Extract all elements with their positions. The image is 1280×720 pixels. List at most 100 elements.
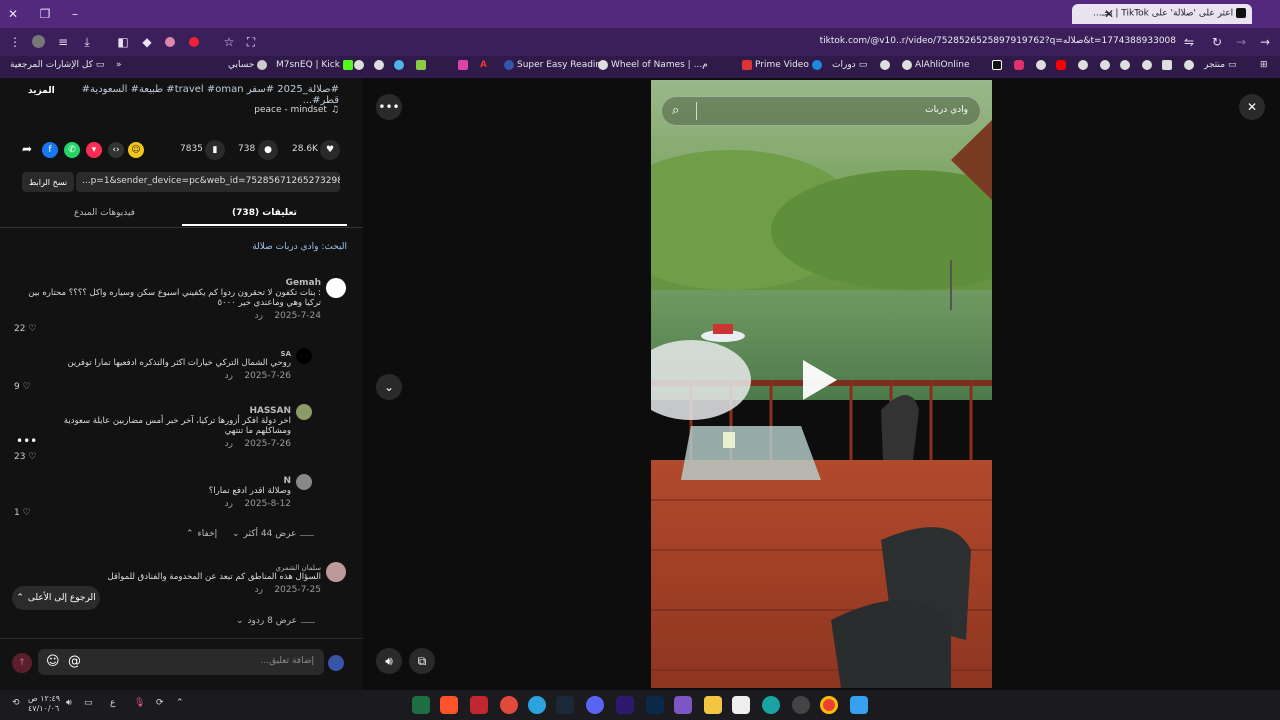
comment-author[interactable]: N xyxy=(51,476,291,486)
bookmark-site-l[interactable] xyxy=(1142,60,1152,70)
bookmark-site-h[interactable] xyxy=(1036,60,1046,70)
bookmark-all[interactable]: كل الإشارات المرجعية ▭ xyxy=(10,60,104,70)
network-icon[interactable]: ⟲ xyxy=(12,698,20,708)
tray-overflow-icon[interactable]: ⌃ xyxy=(176,698,184,708)
tiktok-share-icon[interactable]: ▾ xyxy=(86,142,102,158)
address-bar[interactable]: tiktok.com/@v10..r/video/752852652589791… xyxy=(620,36,1176,46)
apps-grid-icon[interactable]: ⊞ xyxy=(1260,60,1268,70)
chatgpt-icon[interactable] xyxy=(792,696,810,714)
play-icon[interactable] xyxy=(803,360,837,400)
site-settings-icon[interactable]: ⇋ xyxy=(1180,33,1198,51)
facebook-icon[interactable]: f xyxy=(42,142,58,158)
monitor-icon[interactable]: ▭ xyxy=(84,698,93,708)
bookmark-site-i[interactable] xyxy=(1078,60,1088,70)
bookmark-super-easy-reading[interactable]: Super Easy Reading xyxy=(504,60,607,70)
browser-tab-tiktok[interactable]: اعثر على 'صلالة' على TikTok | بحـ... xyxy=(1072,4,1252,24)
bookmark-stores[interactable]: منتجر ▭ xyxy=(1204,60,1237,70)
bookmark-site-j[interactable] xyxy=(1100,60,1110,70)
bookmark-site-k[interactable] xyxy=(1120,60,1130,70)
bookmarks-overflow-icon[interactable]: » xyxy=(116,60,122,70)
video-player[interactable]: ⌕ وادي دربات xyxy=(651,80,992,688)
bookmark-tiktok[interactable] xyxy=(992,60,1002,70)
picture-in-picture-icon[interactable]: ⧉ xyxy=(409,648,435,674)
bookmark-kick[interactable]: M7snEQ | Kick xyxy=(276,60,353,70)
reply-link[interactable]: رد xyxy=(255,585,263,595)
share-link-field[interactable]: ...p=1&sender_device=pc&web_id=752856712… xyxy=(76,172,340,192)
reload-icon[interactable]: ↻ xyxy=(1208,33,1226,51)
more-button[interactable]: المزيد xyxy=(28,86,55,96)
speaker-icon[interactable]: 🔊︎ xyxy=(66,698,72,708)
bookmark-site-e[interactable] xyxy=(458,60,468,70)
close-tab-icon[interactable]: ✕ xyxy=(1100,5,1118,23)
bookmark-alahli[interactable]: AlAhliOnline xyxy=(902,60,970,70)
emoji-icon[interactable]: ☺ xyxy=(46,654,60,669)
comment-author[interactable]: SA xyxy=(21,350,291,358)
tab-creator-videos[interactable]: فيديوهات المبدع xyxy=(74,208,135,218)
autocad-icon[interactable] xyxy=(470,696,488,714)
bookmark-site-f[interactable]: A xyxy=(480,60,487,70)
premiere-icon[interactable] xyxy=(616,696,634,714)
bookmark-site-m[interactable] xyxy=(1162,60,1172,70)
bookmark-wheel-of-names[interactable]: Wheel of Names | ...م xyxy=(598,60,708,70)
windows-start-icon[interactable] xyxy=(850,696,868,714)
comment-author[interactable]: HASSAN xyxy=(51,406,291,416)
avatar[interactable] xyxy=(296,404,312,420)
download-icon[interactable]: ⤓ xyxy=(78,33,96,51)
photoshop-icon[interactable] xyxy=(646,696,664,714)
reply-link[interactable]: رد xyxy=(255,311,263,321)
clock[interactable]: ١٢:٤٩ ص ٤٧/١٠/٠٦ xyxy=(28,694,60,714)
edge-icon[interactable] xyxy=(762,696,780,714)
app-red-icon[interactable] xyxy=(500,696,518,714)
forward-icon[interactable]: → xyxy=(1232,33,1250,51)
hide-replies[interactable]: إخفاء ⌃ xyxy=(186,529,217,539)
send-arrow-icon[interactable]: ↑ xyxy=(12,653,32,673)
post-sound[interactable]: peace - mindset ♫ xyxy=(254,105,339,115)
restore-window-icon[interactable]: ❐ xyxy=(36,5,54,23)
avatar[interactable] xyxy=(326,278,346,298)
bookmark-icon[interactable]: ▮ xyxy=(205,140,225,160)
file-explorer-icon[interactable] xyxy=(704,696,722,714)
mention-icon[interactable]: @ xyxy=(68,654,81,669)
reply-link[interactable]: رد xyxy=(225,371,233,381)
profile-icon[interactable] xyxy=(32,35,45,48)
extension-avatar-icon[interactable] xyxy=(165,37,175,47)
comment-author[interactable]: سلمان الشمري xyxy=(21,564,321,572)
excel-icon[interactable] xyxy=(412,696,430,714)
extension-record-icon[interactable] xyxy=(189,37,199,47)
telegram-icon[interactable] xyxy=(528,696,546,714)
bookmark-my-account[interactable]: حسابي xyxy=(228,60,268,70)
tab-comments[interactable]: تعليقات (738) xyxy=(182,208,347,226)
embed-icon[interactable]: ‹› xyxy=(108,142,124,158)
avatar[interactable] xyxy=(296,474,312,490)
comment-likes[interactable]: 9 ♡ xyxy=(14,382,31,392)
brave-icon[interactable] xyxy=(440,696,458,714)
close-window-icon[interactable]: ✕ xyxy=(4,5,22,23)
browser-menu-icon[interactable]: ⋮ xyxy=(6,33,24,51)
bookmark-site-b[interactable] xyxy=(374,60,384,70)
post-hashtags[interactable]: #صلالة_2025 #سفر travel #oman# طبيعة# ال… xyxy=(69,84,339,106)
next-video-chevron-icon[interactable]: ⌄ xyxy=(376,374,402,400)
minimize-window-icon[interactable]: – xyxy=(66,5,84,23)
copy-link-button[interactable]: نسخ الرابط xyxy=(22,172,74,192)
back-to-top-button[interactable]: الرجوع إلى الأعلى ⌃ xyxy=(12,586,100,610)
discord-icon[interactable] xyxy=(586,696,604,714)
bookmark-site-d[interactable] xyxy=(416,60,426,70)
sync-icon[interactable]: ⟳ xyxy=(156,698,164,708)
comment-likes[interactable]: 1 ♡ xyxy=(14,508,31,518)
chrome-icon[interactable] xyxy=(820,696,838,714)
extensions-icon[interactable]: ◧ xyxy=(114,33,132,51)
bookmark-instagram[interactable] xyxy=(1014,60,1024,70)
comment-bubble-icon[interactable]: ● xyxy=(258,140,278,160)
app-purple-icon[interactable] xyxy=(674,696,692,714)
bookmark-site-g[interactable] xyxy=(880,60,890,70)
comment-likes[interactable]: 22 ♡ xyxy=(14,324,36,334)
avatar[interactable] xyxy=(326,562,346,582)
bookmark-prime-video[interactable]: Prime Video xyxy=(742,60,822,70)
bookmark-youtube[interactable] xyxy=(1056,60,1066,70)
show-replies[interactable]: عرض 8 ردود ⌄ xyxy=(236,616,315,626)
heart-icon[interactable]: ♥ xyxy=(320,140,340,160)
avatar[interactable] xyxy=(296,348,312,364)
whatsapp-icon[interactable]: ✆ xyxy=(64,142,80,158)
share-arrow-icon[interactable]: ➦ xyxy=(22,142,32,156)
mic-icon[interactable]: 🎙︎ xyxy=(134,698,145,708)
